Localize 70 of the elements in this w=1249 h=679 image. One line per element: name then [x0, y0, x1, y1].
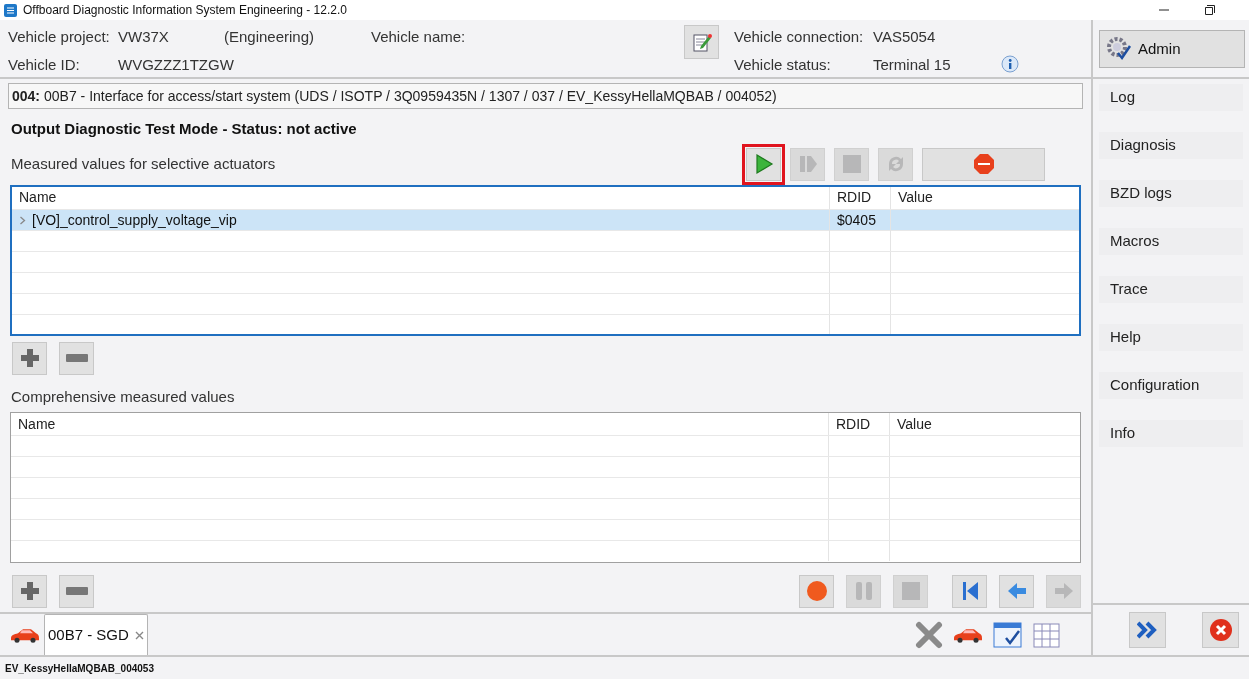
field-value: WVGZZZ1TZGW	[118, 54, 234, 75]
close-icon	[1208, 618, 1233, 642]
add-button[interactable]	[12, 341, 47, 375]
field-label: Vehicle ID:	[8, 54, 81, 75]
section-title: Measured values for selective actuators	[11, 154, 277, 175]
sidebar-item[interactable]: Info	[1099, 420, 1243, 447]
field-value: (Engineering)	[224, 26, 316, 47]
field-label: Vehicle project:	[8, 26, 111, 47]
ecu-address: 004:	[12, 86, 41, 106]
table-cell-text: [VO]_control_supply_voltage_vip	[32, 210, 237, 230]
double-chevron-icon	[1136, 621, 1159, 639]
column-header: Name	[17, 414, 57, 434]
tab[interactable]: 00B7 - SGD	[44, 614, 148, 655]
column-header: Name	[18, 188, 58, 208]
column-header: Value	[889, 413, 1080, 436]
field-label: Vehicle name:	[371, 26, 466, 47]
add-button[interactable]	[12, 574, 47, 608]
column-header: RDID	[828, 413, 889, 436]
section-title: Comprehensive measured values	[10, 386, 236, 407]
sidebar-item[interactable]: Help	[1099, 324, 1243, 351]
first-button[interactable]	[952, 574, 987, 608]
ecu-description: 00B7 - Interface for access/start system (UDS / ISOTP / 3Q0959435N / 1307 / 037 / EV_KessyHellaMQBAB / 004052)	[44, 86, 777, 106]
edit-button[interactable]	[684, 25, 719, 59]
record-icon	[805, 580, 828, 603]
exit-button[interactable]	[1202, 612, 1239, 648]
sidebar-item[interactable]: Configuration	[1099, 372, 1243, 399]
sidebar-item[interactable]: Trace	[1099, 276, 1243, 303]
grid-icon[interactable]	[1033, 621, 1063, 649]
forward-button[interactable]	[1129, 612, 1166, 648]
expand-caret-icon[interactable]	[19, 215, 26, 225]
calendar-check-icon[interactable]	[993, 621, 1023, 649]
field-label: Vehicle status:	[734, 54, 832, 75]
plus-icon	[19, 581, 40, 602]
stop-sign-icon	[972, 153, 995, 176]
sidebar-item[interactable]: Macros	[1099, 228, 1243, 255]
field-value: VAS5054	[873, 26, 937, 47]
status-heading: Output Diagnostic Test Mode - Status: not active	[10, 119, 358, 140]
gear-check-icon	[1106, 36, 1132, 62]
column-header: Value	[890, 186, 1079, 209]
record-button[interactable]	[799, 574, 834, 608]
square-icon	[899, 580, 922, 603]
close-icon[interactable]	[134, 630, 144, 640]
restore-icon[interactable]	[1205, 5, 1215, 15]
status-text: EV_KessyHellaMQBAB_004053	[5, 661, 154, 676]
column-header: RDID	[829, 186, 890, 209]
field-value: VW37X	[118, 26, 170, 47]
remove-button[interactable]	[59, 574, 94, 608]
plus-icon	[19, 348, 40, 369]
sidebar-item[interactable]: Diagnosis	[1099, 132, 1243, 159]
remove-button[interactable]	[59, 341, 94, 375]
minus-icon	[65, 587, 88, 596]
field-label: Vehicle connection:	[734, 26, 865, 47]
table-cell: $0405	[829, 209, 890, 231]
car-icon	[10, 626, 40, 644]
play-icon	[753, 153, 774, 176]
play-button[interactable]	[746, 147, 781, 181]
sidebar-item[interactable]: BZD logs	[1099, 180, 1243, 207]
stop-sign-button[interactable]	[922, 147, 1045, 181]
window-title: Offboard Diagnostic Information System Engineering - 12.2.0	[23, 2, 348, 19]
minus-icon	[65, 354, 88, 363]
app-logo-icon	[4, 3, 17, 17]
car-icon	[953, 626, 983, 644]
notepad-icon	[690, 31, 713, 53]
sidebar-item[interactable]: Log	[1099, 84, 1243, 111]
field-value: Terminal 15	[873, 54, 952, 75]
info-icon[interactable]	[1000, 55, 1020, 75]
cross-icon[interactable]	[915, 621, 943, 649]
back-button[interactable]	[999, 574, 1034, 608]
square-icon	[840, 153, 863, 176]
admin-button[interactable]: Admin	[1099, 30, 1245, 68]
